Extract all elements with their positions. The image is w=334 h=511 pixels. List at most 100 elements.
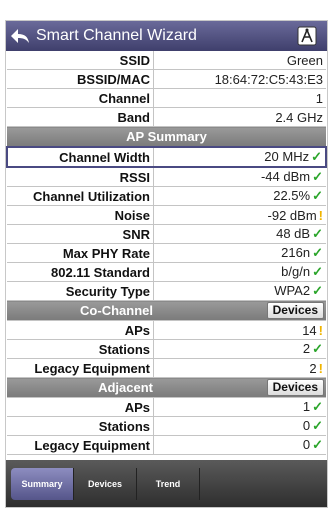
check-icon: ✓ [312,169,323,184]
row-value-text: 48 dB [276,226,311,241]
row-value-text: 1 [302,399,311,414]
row-label: Legacy Equipment [7,358,154,378]
tab-summary[interactable]: Summary [11,467,74,500]
row-value-text: 2 [302,341,311,356]
row-label: SNR [7,224,154,244]
warning-icon: ! [318,322,323,338]
co-channel-header: Co-Channel Devices [7,300,326,321]
warning-icon: ! [318,207,323,223]
ap-summary-header: AP Summary [7,126,326,148]
co-channel-header-title: Co-Channel [80,303,153,318]
row-label: SSID [7,51,154,70]
row-value-text: 0 [302,437,311,452]
row-value: 216n ✓ [153,243,326,263]
tab-trend[interactable]: Trend [137,467,200,500]
table-row: Channel 1 [7,88,326,108]
table-row: Max PHY Rate 216n ✓ [7,243,326,263]
check-icon: ✓ [312,188,323,203]
row-label: Band [7,107,154,127]
row-label: Noise [7,205,154,225]
row-value-text: 0 [302,418,311,433]
table-row: BSSID/MAC 18:64:72:C5:43:E3 [7,69,326,89]
row-value: 2.4 GHz [153,107,326,127]
ap-summary-header-title: AP Summary [7,126,326,148]
antenna-mode-button[interactable] [297,26,317,46]
row-value: 0 ✓ [153,416,326,436]
table-row: Channel Width 20 MHz ✓ [6,146,327,168]
row-value: 2! [153,358,326,378]
row-label: Stations [7,339,154,359]
row-label: APs [7,320,154,340]
row-value: 18:64:72:C5:43:E3 [153,69,326,89]
row-value-text: -44 dBm [260,169,311,184]
row-value: Green [153,51,326,70]
check-icon: ✓ [312,245,323,260]
check-icon: ✓ [312,418,323,433]
tab-devices[interactable]: Devices [74,467,137,500]
row-value: 2 ✓ [153,339,326,359]
table-row: Stations 0 ✓ [7,416,326,436]
check-icon: ✓ [312,399,323,414]
row-label: Legacy Equipment [7,435,154,455]
check-icon: ✓ [312,264,323,279]
bottom-tab-bar: Summary Devices Trend [6,460,327,507]
table-row: Band 2.4 GHz [7,107,326,127]
row-value-text: 2.4 GHz [275,109,323,125]
table-row: SNR 48 dB ✓ [7,224,326,244]
back-arrow-icon [11,29,29,43]
row-value-text: 2 [309,360,317,376]
row-value-text: b/g/n [281,264,311,279]
row-label: Security Type [7,281,154,301]
row-value-text: 20 MHz [264,149,310,164]
row-value-text: 22.5% [273,188,311,203]
check-icon: ✓ [312,341,323,356]
row-value: WPA2 ✓ [153,281,326,301]
check-icon: ✓ [312,283,323,298]
row-value: 48 dB ✓ [153,224,326,244]
row-label: BSSID/MAC [7,69,154,89]
row-value: 0 ✓ [153,435,326,455]
table-row: Noise -92 dBm! [7,205,326,225]
row-value: -44 dBm ✓ [153,167,326,187]
row-label: RSSI [7,167,154,187]
row-label: Channel Width [6,146,154,168]
row-value: 1 ✓ [153,397,326,417]
row-value-text: 216n [281,245,311,260]
back-button[interactable] [6,21,34,51]
row-value: b/g/n ✓ [153,262,326,282]
co-channel-header-devices-button[interactable]: Devices [266,302,324,319]
row-value-text: 18:64:72:C5:43:E3 [214,71,323,87]
row-value-text: Green [286,52,323,68]
table-row: SSID Green [7,51,326,70]
row-value: 22.5% ✓ [153,186,326,206]
adjacent-header-devices-button[interactable]: Devices [266,379,324,396]
check-icon: ✓ [311,149,322,164]
table-row: Legacy Equipment 2! [7,358,326,378]
row-label: Max PHY Rate [7,243,154,263]
row-label: 802.11 Standard [7,262,154,282]
check-icon: ✓ [312,226,323,241]
table-row: 802.11 Standard b/g/n ✓ [7,262,326,282]
row-value-text: WPA2 [274,283,311,298]
table-row: Legacy Equipment 0 ✓ [7,435,326,455]
row-value-text: 1 [315,90,323,106]
row-value: 1 [153,88,326,108]
table-row: Stations 2 ✓ [7,339,326,359]
antenna-icon [297,26,317,46]
wizard-table: SSID Green BSSID/MAC 18:64:72:C5:43:E3 Chann… [6,51,327,455]
row-label: APs [7,397,154,417]
row-value: -92 dBm! [153,205,326,225]
table-row: RSSI -44 dBm ✓ [7,167,326,187]
table-row: Security Type WPA2 ✓ [7,281,326,301]
warning-icon: ! [318,360,323,376]
row-value: 20 MHz ✓ [153,146,327,168]
adjacent-header-title: Adjacent [98,380,153,395]
adjacent-header: Adjacent Devices [7,377,326,398]
row-value-text: 14 [302,322,317,338]
table-row: APs 1 ✓ [7,397,326,417]
row-label: Channel [7,88,154,108]
wizard-panel: Smart Channel Wizard SSID Green BSSID/MAC 1… [5,20,328,508]
page-title: Smart Channel Wizard [36,27,197,44]
row-label: Channel Utilization [7,186,154,206]
row-value: 14! [153,320,326,340]
